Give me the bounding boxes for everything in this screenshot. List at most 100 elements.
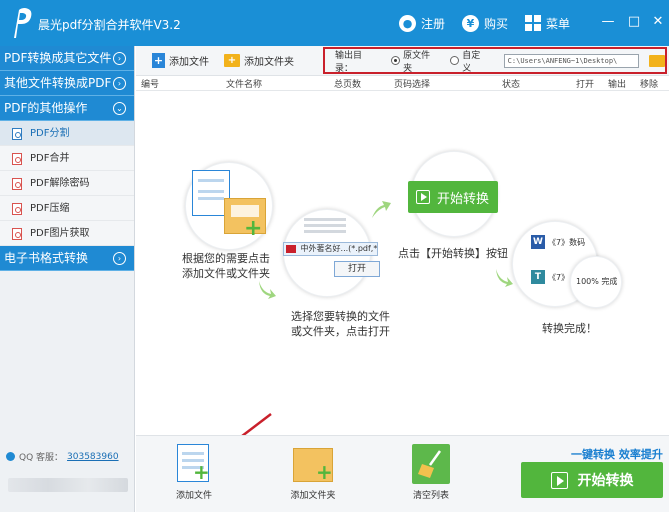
start-convert-button[interactable]: 开始转换 bbox=[521, 462, 663, 498]
grid-menu-icon bbox=[525, 15, 541, 31]
slogan-text: 一键转换 效率提升 bbox=[571, 448, 663, 461]
arrow-down-right-icon bbox=[259, 281, 276, 299]
radio-custom-label: 自定义 bbox=[462, 50, 481, 74]
add-file-icon: + bbox=[173, 444, 215, 484]
dialog-filename-field: 中外著名好...(*.pdf,* bbox=[283, 242, 378, 256]
add-folder-label: 添加文件夹 bbox=[244, 57, 294, 68]
bottom-add-file-button[interactable]: + 添加文件 bbox=[164, 444, 224, 501]
register-label: 注册 bbox=[421, 16, 446, 31]
pdf-file-icon bbox=[12, 128, 22, 140]
add-folder-icon: + bbox=[224, 54, 240, 67]
step1-text: 根据您的需要点击 添加文件或文件夹 bbox=[182, 252, 270, 280]
qq-support: QQ 客服： 303583960 bbox=[6, 450, 119, 463]
qq-icon bbox=[6, 452, 15, 461]
done-progress: 100% 完成 bbox=[576, 277, 618, 286]
sidebar-item-pdf-unlock[interactable]: PDF解除密码 bbox=[0, 171, 134, 196]
pdf-file-icon bbox=[286, 244, 296, 253]
minimize-button[interactable]: — bbox=[598, 12, 618, 32]
sidebar-item-pdf-merge[interactable]: PDF合并 bbox=[0, 146, 134, 171]
broom-icon bbox=[410, 444, 452, 484]
sidebar-section-pdf-to-other[interactable]: PDF转换成其它文件 › bbox=[0, 46, 134, 71]
sidebar-section-label: 其他文件转换成PDF bbox=[4, 76, 112, 90]
sidebar-item-pdf-image-extract[interactable]: PDF图片获取 bbox=[0, 221, 134, 246]
app-title: 晨光pdf分割合并软件V3.2 bbox=[38, 18, 181, 32]
add-file-button[interactable]: + 添加文件 bbox=[152, 53, 209, 68]
add-file-icon: + bbox=[152, 53, 165, 68]
step2-text: 选择您要转换的文件 或文件夹，点击打开 bbox=[291, 310, 390, 338]
menu-label: 菜单 bbox=[546, 16, 571, 31]
play-icon bbox=[416, 190, 430, 204]
radio-unchecked-icon bbox=[450, 56, 460, 65]
sidebar-section-other-to-pdf[interactable]: 其他文件转换成PDF › bbox=[0, 71, 134, 96]
mini-start-preview: 开始转换 bbox=[408, 181, 498, 213]
bottom-add-folder-label: 添加文件夹 bbox=[290, 491, 336, 501]
radio-custom-folder[interactable]: 自定义 bbox=[450, 48, 488, 74]
play-icon bbox=[550, 471, 568, 489]
sidebar-section-label: PDF转换成其它文件 bbox=[4, 51, 112, 65]
bottom-add-folder-button[interactable]: + 添加文件夹 bbox=[283, 444, 343, 501]
output-directory-panel: 输出目录： 原文件夹 自定义 C:\Users\ANFENG~1\Desktop… bbox=[323, 47, 667, 74]
dialog-open-button: 打开 bbox=[334, 261, 380, 277]
chevron-down-icon: ⌄ bbox=[113, 102, 126, 115]
sidebar-item-pdf-split[interactable]: PDF分割 bbox=[0, 121, 134, 146]
col-index: 编号 bbox=[141, 80, 160, 90]
col-total-pages: 总页数 bbox=[334, 80, 362, 90]
close-button[interactable]: ✕ bbox=[648, 12, 668, 32]
bottom-clear-list-label: 清空列表 bbox=[412, 491, 449, 501]
step4-text: 转换完成！ bbox=[542, 322, 597, 335]
output-path-input[interactable]: C:\Users\ANFENG~1\Desktop\ bbox=[503, 53, 640, 68]
qq-label: QQ 客服： bbox=[19, 453, 64, 463]
col-remove: 移除 bbox=[640, 80, 659, 90]
browse-folder-icon[interactable] bbox=[649, 54, 665, 67]
sidebar-item-pdf-compress[interactable]: PDF压缩 bbox=[0, 196, 134, 221]
chevron-right-icon: › bbox=[113, 52, 126, 65]
bottom-clear-list-button[interactable]: 清空列表 bbox=[401, 444, 461, 501]
col-open: 打开 bbox=[576, 80, 595, 90]
file-list-header: 编号 文件名称 总页数 页码选择 状态 打开 输出 移除 bbox=[136, 76, 669, 91]
col-filename: 文件名称 bbox=[226, 80, 263, 90]
add-file-label: 添加文件 bbox=[169, 57, 209, 68]
add-folder-icon: + bbox=[292, 444, 334, 484]
sidebar-item-label: PDF分割 bbox=[30, 128, 70, 139]
output-label: 输出目录： bbox=[335, 50, 363, 74]
menu-button[interactable]: 菜单 bbox=[525, 13, 570, 33]
word-file-icon: W bbox=[531, 235, 545, 249]
col-output: 输出 bbox=[608, 80, 627, 90]
bottom-add-file-label: 添加文件 bbox=[175, 491, 212, 501]
buy-button[interactable]: ¥ 购买 bbox=[462, 13, 508, 33]
radio-original-folder[interactable]: 原文件夹 bbox=[391, 48, 438, 74]
sidebar: PDF转换成其它文件 › 其他文件转换成PDF › PDF的其他操作 ⌄ PDF… bbox=[0, 46, 135, 512]
pdf-file-icon bbox=[12, 203, 22, 215]
chevron-right-icon: › bbox=[113, 252, 126, 265]
buy-label: 购买 bbox=[484, 16, 509, 31]
pdf-file-icon bbox=[12, 228, 22, 240]
text-file-icon: T bbox=[531, 270, 545, 284]
col-status: 状态 bbox=[502, 80, 521, 90]
user-icon: ● bbox=[399, 14, 416, 32]
add-folder-button[interactable]: + 添加文件夹 bbox=[224, 53, 294, 68]
start-convert-label: 开始转换 bbox=[577, 473, 634, 489]
done-row-text: T 《7》 bbox=[531, 270, 569, 284]
radio-checked-icon bbox=[391, 56, 401, 65]
register-button[interactable]: ● 注册 bbox=[399, 13, 445, 33]
green-plus-icon: + bbox=[244, 216, 263, 241]
maximize-button[interactable]: □ bbox=[624, 12, 644, 32]
qq-number-link[interactable]: 303583960 bbox=[67, 452, 119, 462]
title-bar: 晨光pdf分割合并软件V3.2 ● 注册 ¥ 购买 菜单 — □ ✕ bbox=[0, 0, 669, 46]
toolbar: + 添加文件 + 添加文件夹 输出目录： 原文件夹 自定义 C:\Users\A… bbox=[136, 46, 669, 76]
sidebar-section-label: 电子书格式转换 bbox=[4, 251, 89, 265]
step3-text: 点击【开始转换】按钮 bbox=[398, 247, 508, 260]
col-page-select: 页码选择 bbox=[394, 80, 431, 90]
sidebar-section-pdf-other-ops[interactable]: PDF的其他操作 ⌄ bbox=[0, 96, 134, 121]
pdf-file-icon bbox=[12, 178, 22, 190]
file-list-preview bbox=[300, 212, 350, 242]
arrow-up-right-icon bbox=[372, 201, 391, 218]
sidebar-item-label: PDF解除密码 bbox=[30, 178, 90, 189]
done-row-word: W 《7》数码 bbox=[531, 235, 585, 249]
sidebar-section-label: PDF的其他操作 bbox=[4, 101, 88, 115]
sidebar-item-label: PDF压缩 bbox=[30, 203, 70, 214]
radio-original-label: 原文件夹 bbox=[403, 50, 431, 74]
pdf-file-icon bbox=[12, 153, 22, 165]
sidebar-section-ebook[interactable]: 电子书格式转换 › bbox=[0, 246, 134, 271]
sidebar-item-label: PDF图片获取 bbox=[30, 228, 90, 239]
